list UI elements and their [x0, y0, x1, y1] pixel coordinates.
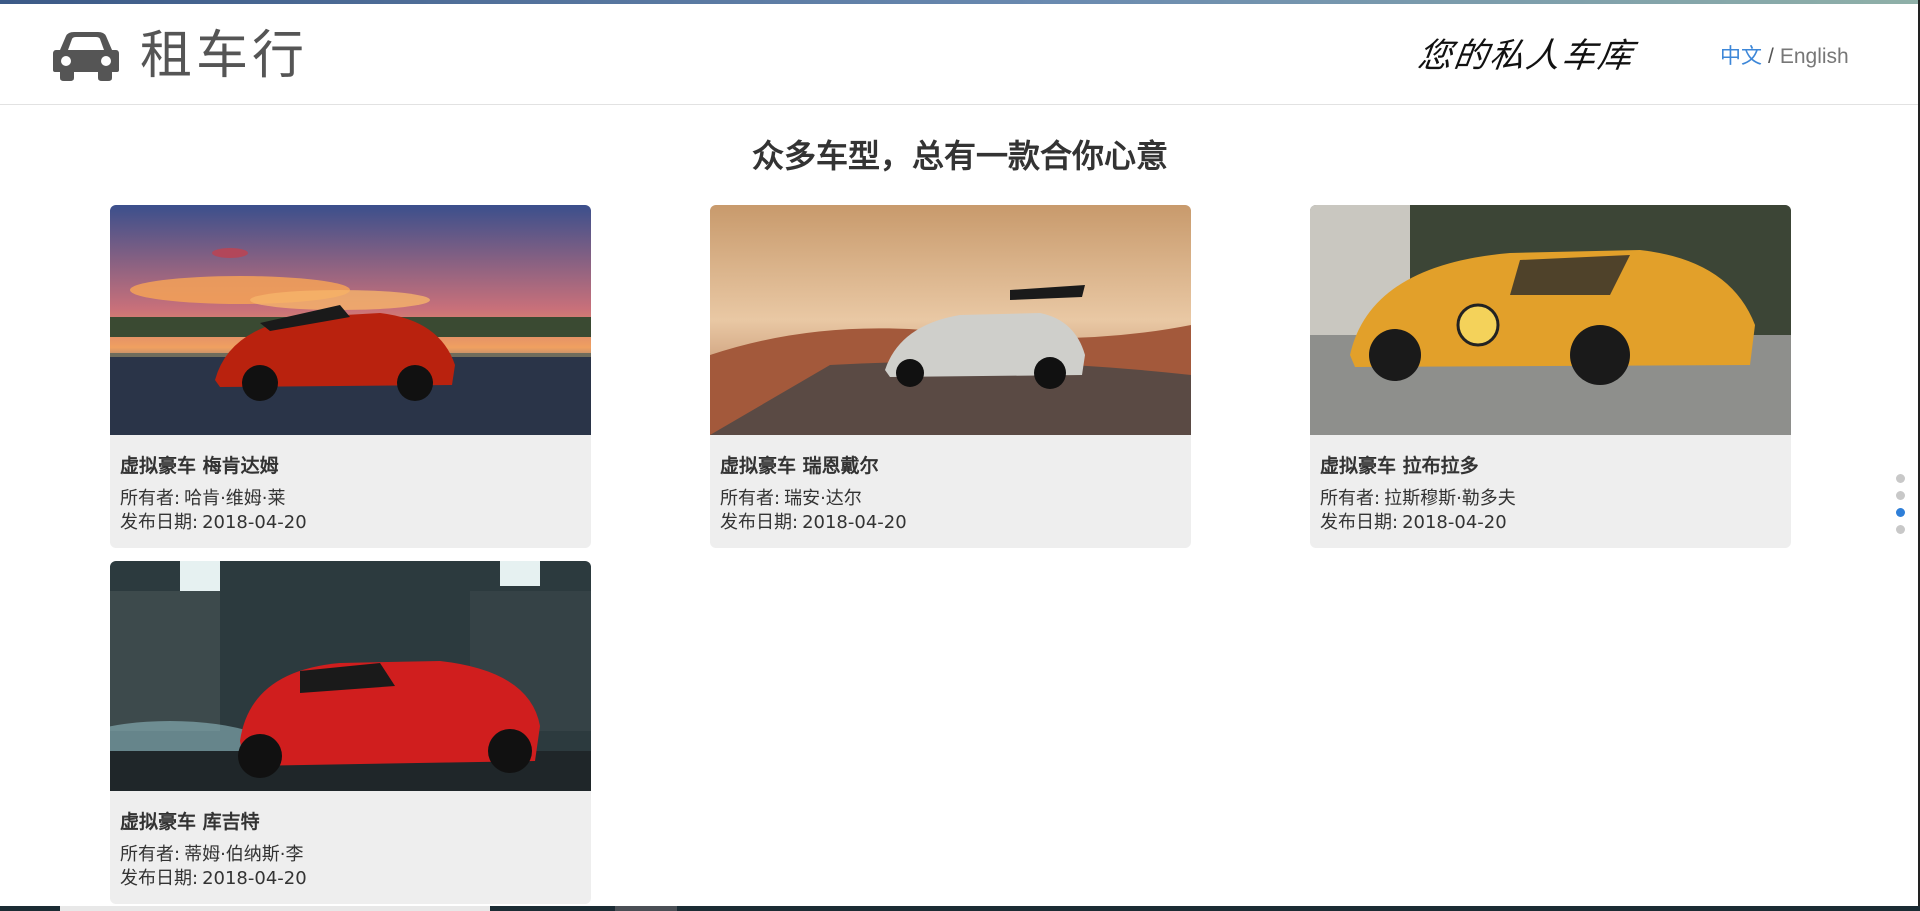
owner-label: 所有者:: [120, 844, 181, 865]
date-label: 发布日期:: [1320, 512, 1399, 533]
owner-label: 所有者:: [120, 488, 181, 509]
lang-separator: /: [1768, 45, 1774, 68]
car-name[interactable]: 虚拟豪车 梅肯达姆: [120, 453, 279, 479]
car-owner: 所有者: 哈肯·维姆·莱: [120, 487, 286, 511]
language-switcher: 中文 / English: [1720, 42, 1849, 72]
publish-date: 发布日期: 2018-04-20: [720, 511, 907, 535]
owner-value: 哈肯·维姆·莱: [184, 488, 286, 509]
date-label: 发布日期:: [120, 512, 199, 533]
car-name[interactable]: 虚拟豪车 库吉特: [120, 809, 260, 835]
car-photo[interactable]: [1310, 205, 1791, 435]
lang-en-link[interactable]: English: [1780, 45, 1849, 68]
brand-logo[interactable]: 租车行: [52, 26, 308, 86]
owner-label: 所有者:: [1320, 488, 1381, 509]
car-card[interactable]: 虚拟豪车 瑞恩戴尔 所有者: 瑞安·达尔 发布日期: 2018-04-20: [710, 205, 1191, 548]
pager-dot[interactable]: [1896, 474, 1905, 483]
car-icon: [52, 30, 120, 82]
owner-value: 瑞安·达尔: [784, 488, 862, 509]
pager-dot[interactable]: [1896, 525, 1905, 534]
car-photo[interactable]: [110, 205, 591, 435]
publish-date: 发布日期: 2018-04-20: [1320, 511, 1507, 535]
date-value: 2018-04-20: [802, 512, 907, 533]
publish-date: 发布日期: 2018-04-20: [120, 867, 307, 891]
car-photo[interactable]: [110, 561, 591, 791]
owner-value: 拉斯穆斯·勒多夫: [1384, 488, 1516, 509]
brand-name: 租车行: [140, 26, 309, 86]
car-card[interactable]: 虚拟豪车 库吉特 所有者: 蒂姆·伯纳斯·李 发布日期: 2018-04-20: [110, 561, 591, 904]
date-label: 发布日期:: [720, 512, 799, 533]
car-card[interactable]: 虚拟豪车 梅肯达姆 所有者: 哈肯·维姆·莱 发布日期: 2018-04-20: [110, 205, 591, 548]
site-header: 租车行 您的私人车库 中文 / English: [0, 4, 1920, 105]
car-name[interactable]: 虚拟豪车 瑞恩戴尔: [720, 453, 879, 479]
owner-label: 所有者:: [720, 488, 781, 509]
car-photo[interactable]: [710, 205, 1191, 435]
lang-zh-link[interactable]: 中文: [1720, 45, 1762, 68]
car-owner: 所有者: 蒂姆·伯纳斯·李: [120, 843, 304, 867]
publish-date: 发布日期: 2018-04-20: [120, 511, 307, 535]
section-title: 众多车型，总有一款合你心意: [751, 137, 1168, 175]
taskbar-item[interactable]: [60, 906, 490, 911]
date-label: 发布日期:: [120, 868, 199, 889]
date-value: 2018-04-20: [202, 512, 307, 533]
car-owner: 所有者: 拉斯穆斯·勒多夫: [1320, 487, 1516, 511]
car-owner: 所有者: 瑞安·达尔: [720, 487, 862, 511]
section-pager: [1896, 474, 1906, 542]
slogan-text: 您的私人车库: [1415, 36, 1637, 76]
date-value: 2018-04-20: [1402, 512, 1507, 533]
car-name[interactable]: 虚拟豪车 拉布拉多: [1320, 453, 1479, 479]
date-value: 2018-04-20: [202, 868, 307, 889]
pager-dot-active[interactable]: [1896, 508, 1905, 517]
pager-dot[interactable]: [1896, 491, 1905, 500]
taskbar-strip: [0, 906, 1920, 911]
owner-value: 蒂姆·伯纳斯·李: [184, 844, 304, 865]
car-card[interactable]: 虚拟豪车 拉布拉多 所有者: 拉斯穆斯·勒多夫 发布日期: 2018-04-20: [1310, 205, 1791, 548]
taskbar-item[interactable]: [615, 906, 677, 911]
